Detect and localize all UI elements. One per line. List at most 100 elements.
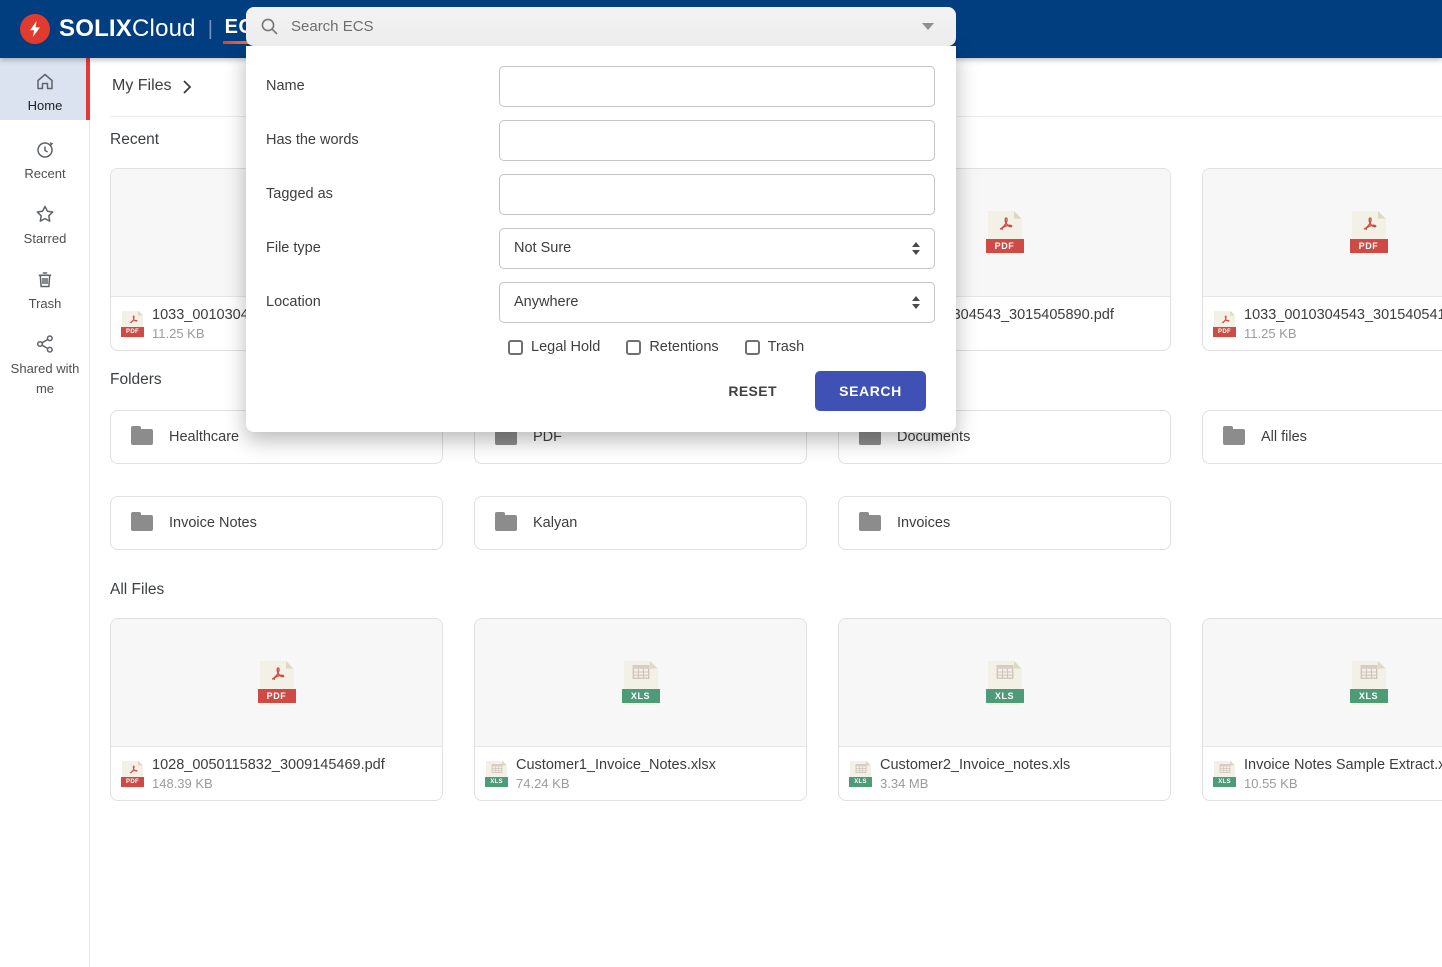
field-label: File type: [266, 240, 321, 256]
xls-file-icon: XLS: [1349, 660, 1388, 705]
file-preview: PDF: [111, 619, 442, 747]
retentions-checkbox[interactable]: Retentions: [626, 339, 719, 355]
sidebar: Home Recent Starred Trash Shared with me: [0, 58, 90, 967]
lightning-icon: [20, 14, 50, 44]
brand-name: SOLIXCloud: [59, 15, 196, 42]
folder-name: Kalyan: [533, 515, 578, 531]
folder-icon: [131, 426, 153, 445]
sidebar-item-starred[interactable]: Starred: [0, 195, 90, 253]
file-preview: XLS: [1203, 619, 1442, 747]
folder-icon: [495, 512, 517, 531]
select-value: Not Sure: [514, 240, 572, 256]
file-card[interactable]: XLS XLS Customer1_Invoice_Notes.xlsx 74.…: [474, 618, 807, 801]
file-card[interactable]: XLS XLS Invoice Notes Sample Extract.xls…: [1202, 618, 1442, 801]
file-card[interactable]: PDF PDF 1033_0010304543_3015405417.pdf 1…: [1202, 168, 1442, 351]
checkbox-icon: [626, 339, 642, 355]
folder-icon: [859, 512, 881, 531]
chevron-right-icon: [182, 79, 192, 100]
unfold-icon: [912, 241, 920, 255]
file-name: Customer1_Invoice_Notes.xlsx: [516, 757, 716, 773]
file-card-footer: PDF 1028_0050115832_3009145469.pdf 148.3…: [111, 747, 442, 800]
file-card[interactable]: XLS XLS Customer2_Invoice_notes.xls 3.34…: [838, 618, 1171, 801]
xls-file-icon: XLS: [985, 660, 1024, 705]
file-name: Customer2_Invoice_notes.xls: [880, 757, 1071, 773]
search-field-row: Location Anywhere: [266, 275, 956, 329]
sidebar-item-shared-with-me[interactable]: Shared with me: [0, 325, 90, 405]
reset-button[interactable]: RESET: [728, 383, 777, 399]
sidebar-item-label: Home: [27, 98, 63, 113]
folder-card-invoices[interactable]: Invoices: [838, 496, 1171, 550]
unfold-icon: [912, 295, 920, 309]
sidebar-item-recent[interactable]: Recent: [0, 130, 90, 188]
brand-logo[interactable]: SOLIXCloud | ECS: [20, 14, 269, 44]
sidebar-item-home[interactable]: Home: [0, 58, 90, 120]
section-title-folders: Folders: [110, 371, 162, 388]
pdf-file-icon: PDF: [257, 660, 296, 705]
folder-card-invoice-notes[interactable]: Invoice Notes: [110, 496, 443, 550]
file-card-footer: XLS Customer1_Invoice_Notes.xlsx 74.24 K…: [475, 747, 806, 800]
checkbox-label: Legal Hold: [531, 339, 601, 355]
xls-file-icon: XLS: [1213, 760, 1236, 788]
xls-file-icon: XLS: [485, 760, 508, 788]
field-label: Tagged as: [266, 186, 333, 202]
home-icon: [0, 70, 90, 92]
folder-name: Healthcare: [169, 429, 240, 445]
file-preview: PDF: [1203, 169, 1442, 297]
file-size: 3.34 MB: [880, 776, 929, 791]
share-icon: [0, 333, 90, 355]
folders-row-2: Invoice Notes Kalyan Invoices: [110, 496, 1171, 550]
pdf-file-icon: PDF: [985, 210, 1024, 255]
breadcrumb[interactable]: My Files: [112, 77, 172, 95]
search-overlay: Search ECS Name Has the words Tagged as …: [246, 7, 956, 432]
file-card-footer: PDF 1033_0010304543_3015405417.pdf 11.25…: [1203, 297, 1442, 350]
file-preview: XLS: [475, 619, 806, 747]
search-checkboxes: Legal Hold Retentions Trash: [508, 337, 956, 357]
tagged-as-input[interactable]: [499, 173, 935, 215]
select-value: Anywhere: [514, 294, 579, 310]
has-the-words-input[interactable]: [499, 119, 935, 161]
pdf-file-icon: PDF: [1349, 210, 1388, 255]
checkbox-label: Trash: [767, 339, 805, 355]
search-field-row: Name: [266, 59, 956, 113]
folder-card-all-files[interactable]: All files: [1202, 410, 1442, 464]
file-preview: XLS: [839, 619, 1170, 747]
section-title-all-files: All Files: [110, 581, 165, 598]
name-input[interactable]: [499, 65, 935, 107]
file-size: 74.24 KB: [516, 776, 570, 791]
trash-icon: [0, 268, 90, 290]
legal-hold-checkbox[interactable]: Legal Hold: [508, 339, 600, 355]
pdf-file-icon: PDF: [121, 760, 144, 788]
search-bar[interactable]: Search ECS: [246, 7, 956, 46]
file-name: 1028_0050115832_3009145469.pdf: [152, 757, 385, 773]
search-placeholder: Search ECS: [291, 18, 374, 35]
sidebar-item-label: Recent: [24, 166, 66, 181]
all-files-row: PDF PDF 1028_0050115832_3009145469.pdf 1…: [110, 618, 1442, 801]
pdf-file-icon: PDF: [121, 310, 144, 338]
file-size: 148.39 KB: [152, 776, 213, 791]
trash-checkbox[interactable]: Trash: [744, 339, 805, 355]
sidebar-item-label: Trash: [28, 296, 62, 311]
checkbox-icon: [508, 339, 523, 355]
file-card-footer: XLS Invoice Notes Sample Extract.xlsx 10…: [1203, 747, 1442, 800]
file-name: Invoice Notes Sample Extract.xlsx: [1244, 757, 1442, 773]
search-field-row: Tagged as: [266, 167, 956, 221]
field-label: Has the words: [266, 132, 359, 148]
sidebar-item-label: Starred: [23, 231, 67, 246]
folder-card-kalyan[interactable]: Kalyan: [474, 496, 807, 550]
folder-icon: [131, 512, 153, 531]
caret-down-icon[interactable]: [922, 23, 934, 30]
file-name: 1033_0010304543_3015405417.pdf: [1244, 307, 1442, 323]
sidebar-item-trash[interactable]: Trash: [0, 260, 90, 318]
folder-name: Invoice Notes: [169, 515, 257, 531]
folder-name: Invoices: [897, 515, 951, 531]
file-card[interactable]: PDF PDF 1028_0050115832_3009145469.pdf 1…: [110, 618, 443, 801]
search-button[interactable]: SEARCH: [815, 371, 926, 411]
file-type-select[interactable]: Not Sure: [499, 227, 935, 269]
search-fields: Name Has the words Tagged as File type N…: [266, 59, 956, 329]
search-field-row: File type Not Sure: [266, 221, 956, 275]
xls-file-icon: XLS: [621, 660, 660, 705]
advanced-search-panel: Name Has the words Tagged as File type N…: [246, 46, 956, 432]
location-select[interactable]: Anywhere: [499, 281, 935, 323]
search-actions: RESET SEARCH: [266, 371, 956, 411]
file-size: 11.25 KB: [1244, 326, 1297, 341]
